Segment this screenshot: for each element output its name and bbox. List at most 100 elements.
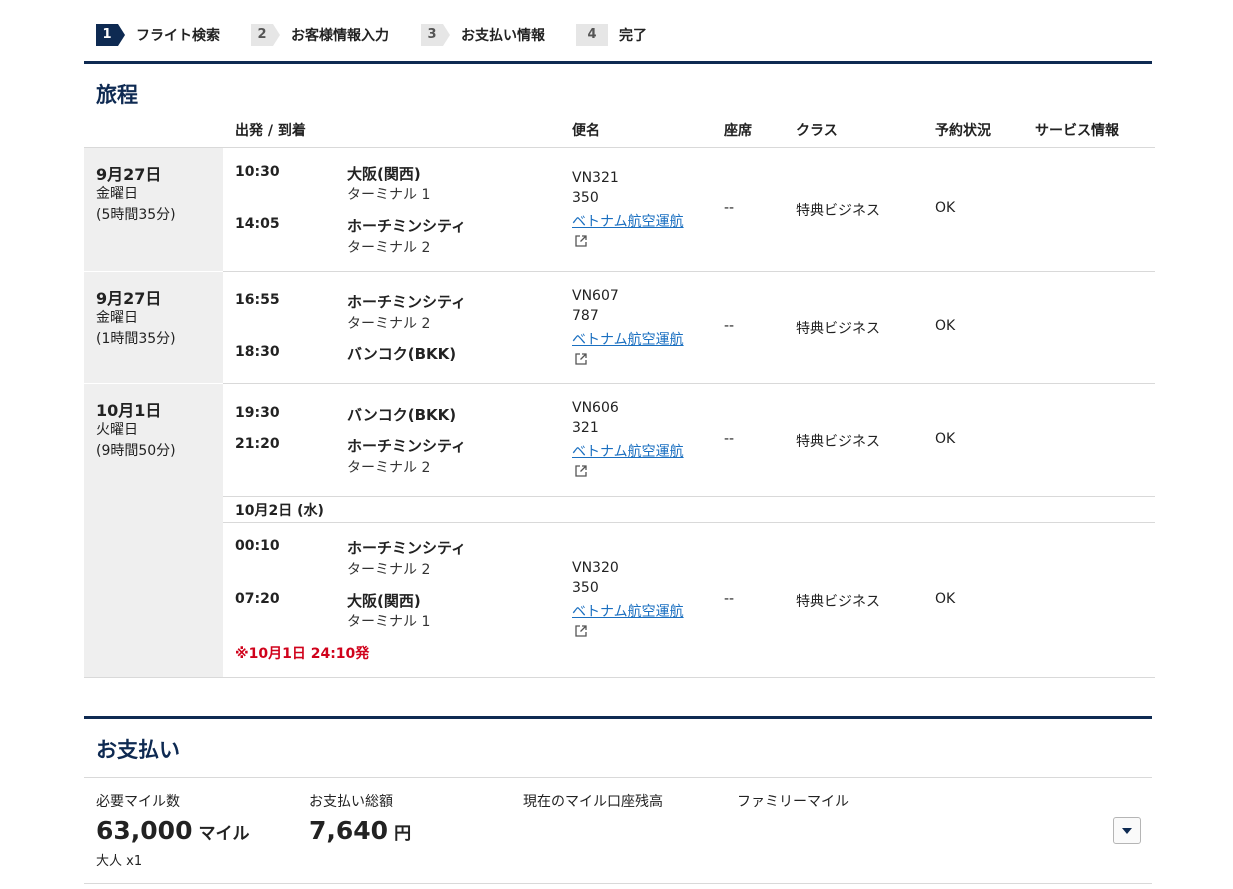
step-number: 1 [96,24,125,46]
cabin-class: 特典ビジネス [796,434,880,450]
booking-status: OK [935,591,956,607]
step-complete: 4 完了 [576,24,647,46]
total-number: 7,640 [309,816,389,845]
header-class: クラス [796,123,838,139]
date-cell: 10月1日 火曜日 (9時間50分) [84,384,223,677]
departure-note: ※10月1日 24:10発 [235,646,370,662]
duration: (1時間35分) [96,331,176,347]
booking-status: OK [935,318,956,334]
departure-terminal: ターミナル 2 [347,562,431,578]
step-number: 4 [576,24,608,46]
table-divider [84,883,1152,884]
arrival-terminal: ターミナル 2 [347,240,431,256]
aircraft-type: 787 [572,308,599,324]
weekday: 金曜日 [96,310,138,326]
date-cell: 9月27日 金曜日 (5時間35分) [84,148,223,271]
duration: (9時間50分) [96,443,176,459]
external-link-icon[interactable] [574,464,588,478]
departure-airport: ホーチミンシティ [347,539,467,557]
section-divider [84,716,1152,719]
departure-time: 10:30 [235,164,280,180]
step-label: お支払い情報 [461,28,545,44]
cabin-class: 特典ビジネス [796,203,880,219]
departure-time: 19:30 [235,405,280,421]
header-status: 予約状況 [935,123,991,139]
arrival-terminal: ターミナル 1 [347,614,431,630]
header-seat: 座席 [724,123,752,139]
step-number: 3 [421,24,450,46]
total-label: お支払い総額 [309,794,393,810]
arrival-time: 21:20 [235,436,280,452]
miles-unit: マイル [198,824,250,844]
header-service: サービス情報 [1035,123,1119,139]
step-number: 2 [251,24,280,46]
seat: -- [724,591,735,607]
miles-label: 必要マイル数 [96,794,180,810]
arrival-airport: 大阪(関西) [347,592,421,610]
external-link-icon[interactable] [574,352,588,366]
table-divider [84,777,1152,778]
header-flight: 便名 [572,123,600,139]
header-depart-arrive: 出発 / 到着 [235,123,306,139]
arrival-airport: ホーチミンシティ [347,217,467,235]
external-link-icon[interactable] [574,234,588,248]
section-divider [84,61,1152,64]
miles-number: 63,000 [96,816,193,845]
row-divider [223,496,1155,497]
arrival-terminal: ターミナル 2 [347,460,431,476]
next-day-label: 10月2日 (水) [235,503,324,519]
row-divider [223,522,1155,523]
departure-terminal: ターミナル 1 [347,187,431,203]
step-label: お客様情報入力 [291,28,389,44]
operator-link[interactable]: ベトナム航空運航 [572,329,684,349]
aircraft-type: 350 [572,580,599,596]
flight-number: VN606 [572,400,619,416]
departure-airport: バンコク(BKK) [347,406,457,424]
passenger-count: 大人 x1 [96,854,143,869]
table-divider [84,677,1155,678]
date-cell: 9月27日 金曜日 (1時間35分) [84,272,223,383]
table-divider [84,147,1155,148]
chevron-down-icon[interactable] [1113,817,1141,844]
arrival-time: 18:30 [235,344,280,360]
step-label: フライト検索 [136,28,220,44]
cabin-class: 特典ビジネス [796,594,880,610]
date: 9月27日 [96,165,162,184]
row-divider [223,271,1155,272]
step-payment-info: 3 お支払い情報 [421,24,545,46]
flight-number: VN607 [572,288,619,304]
external-link-icon[interactable] [574,624,588,638]
operator-link[interactable]: ベトナム航空運航 [572,441,684,461]
departure-time: 16:55 [235,292,280,308]
seat: -- [724,431,735,447]
seat: -- [724,318,735,334]
miles-value: 63,000 マイル [96,816,249,845]
date: 10月1日 [96,401,162,420]
date: 9月27日 [96,289,162,308]
seat: -- [724,200,735,216]
weekday: 金曜日 [96,186,138,202]
arrival-time: 14:05 [235,216,280,232]
duration: (5時間35分) [96,207,176,223]
step-label: 完了 [619,28,647,44]
payment-title: お支払い [96,738,180,762]
step-customer-info: 2 お客様情報入力 [251,24,389,46]
arrival-airport: バンコク(BKK) [347,345,457,363]
booking-status: OK [935,431,956,447]
step-flight-search: 1 フライト検索 [96,24,220,46]
operator-link[interactable]: ベトナム航空運航 [572,211,684,231]
total-value: 7,640 円 [309,816,411,845]
departure-airport: ホーチミンシティ [347,293,467,311]
flight-number: VN321 [572,170,619,186]
arrival-airport: ホーチミンシティ [347,437,467,455]
aircraft-type: 321 [572,420,599,436]
total-unit: 円 [394,824,412,844]
departure-time: 00:10 [235,538,280,554]
booking-status: OK [935,200,956,216]
itinerary-title: 旅程 [96,83,138,107]
arrival-time: 07:20 [235,591,280,607]
cabin-class: 特典ビジネス [796,321,880,337]
weekday: 火曜日 [96,422,138,438]
aircraft-type: 350 [572,190,599,206]
operator-link[interactable]: ベトナム航空運航 [572,601,684,621]
